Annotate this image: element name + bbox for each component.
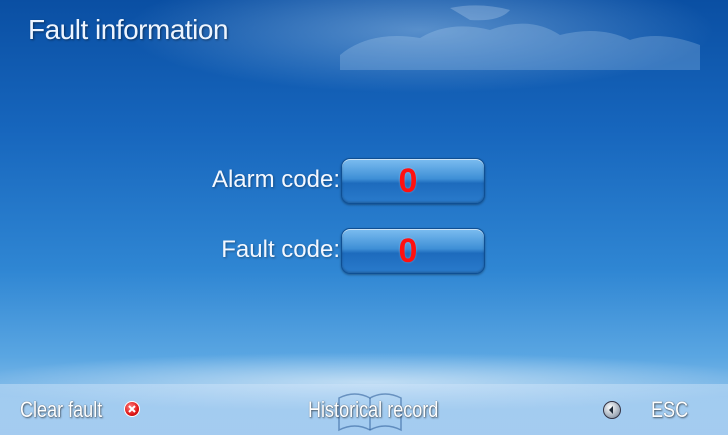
world-map-decoration xyxy=(340,5,700,70)
alarm-code-value: 0 xyxy=(398,162,418,200)
fault-code-label: Fault code: xyxy=(221,236,340,263)
clear-fault-button[interactable]: Clear fault xyxy=(20,397,102,423)
back-arrow-icon[interactable] xyxy=(603,401,621,419)
esc-button[interactable]: ESC xyxy=(651,397,688,423)
clear-x-icon[interactable] xyxy=(124,401,140,417)
fault-code-value: 0 xyxy=(398,232,418,270)
alarm-code-display: 0 xyxy=(341,158,485,204)
page-title: Fault information xyxy=(28,14,229,45)
fault-code-display: 0 xyxy=(341,228,485,274)
fault-information-screen: Fault information Alarm code: 0 Fault co… xyxy=(0,0,728,435)
alarm-code-label: Alarm code: xyxy=(211,166,340,193)
historical-record-button[interactable]: Historical record xyxy=(308,397,438,423)
alarm-code-row: Alarm code: 0 xyxy=(0,158,728,204)
fault-code-row: Fault code: 0 xyxy=(0,228,728,274)
